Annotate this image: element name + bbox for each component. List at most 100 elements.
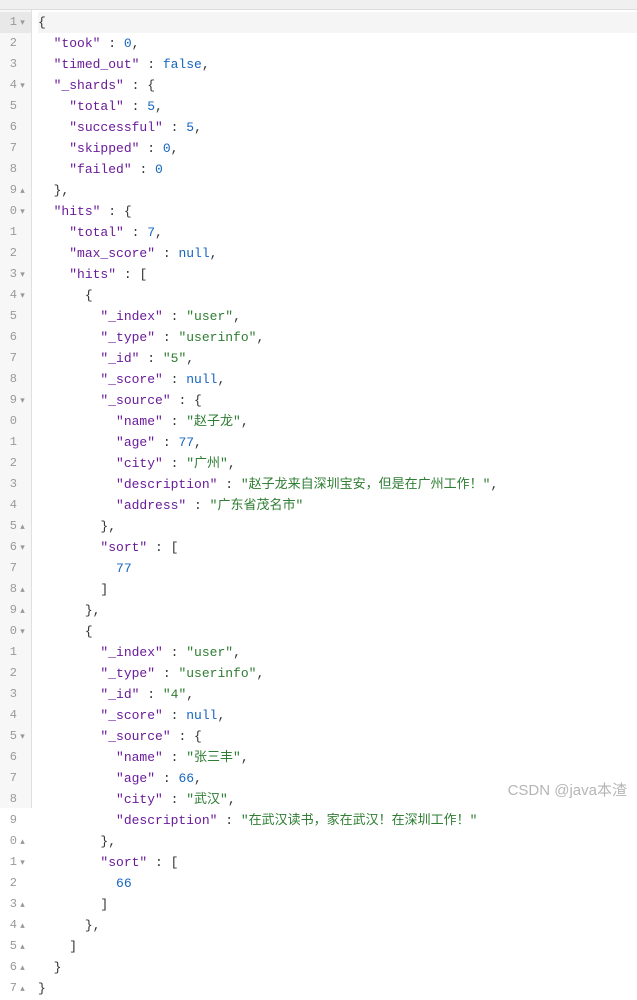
token-punct: , [233,309,241,324]
token-colon: : [155,330,178,345]
token-key: "max_score" [69,246,155,261]
fold-icon[interactable]: ▾ [18,76,27,97]
gutter-line: 8 [0,369,31,390]
gutter-line: 2 [0,663,31,684]
token-punct: , [228,456,236,471]
token-str: "在武汉读书，家在武汉！在深圳工作！" [241,813,478,828]
gutter-line: 1▾ [0,852,31,873]
line-number: 1 [10,435,17,449]
token-num: 5 [147,99,155,114]
fold-icon[interactable]: ▴ [18,601,27,622]
fold-icon[interactable]: ▴ [18,517,27,538]
fold-icon[interactable]: ▴ [18,832,27,853]
fold-icon[interactable]: ▴ [18,895,27,916]
fold-icon[interactable]: ▾ [18,286,27,307]
token-punct: { [85,288,93,303]
fold-icon[interactable]: ▴ [18,580,27,601]
token-key: "_index" [100,645,162,660]
token-key: "successful" [69,120,163,135]
line-number: 0 [10,624,17,638]
fold-icon[interactable]: ▾ [18,727,27,748]
code-line: "hits" : { [38,201,637,222]
token-colon: : [124,78,147,93]
line-number: 0 [10,204,17,218]
token-key: "total" [69,225,124,240]
fold-icon[interactable]: ▾ [18,265,27,286]
token-key: "city" [116,456,163,471]
fold-icon[interactable]: ▴ [18,916,27,937]
code-line: "_score" : null, [38,369,637,390]
line-number: 8 [10,582,17,596]
gutter-line: 9▾ [0,390,31,411]
token-key: "_type" [100,666,155,681]
token-key: "skipped" [69,141,139,156]
fold-icon[interactable]: ▴ [18,979,27,1000]
gutter-line: 5 [0,306,31,327]
token-str: "userinfo" [178,666,256,681]
token-punct: , [241,750,249,765]
code-line: "_id" : "4", [38,684,637,705]
token-punct: , [228,792,236,807]
gutter-line: 0▴ [0,831,31,852]
fold-icon[interactable]: ▴ [18,937,27,958]
fold-icon[interactable]: ▾ [18,13,27,34]
token-num: 66 [116,876,132,891]
token-punct: , [233,645,241,660]
token-punct: , [171,141,179,156]
token-colon: : [163,372,186,387]
token-num: 77 [116,561,132,576]
line-number: 8 [10,372,17,386]
line-number: 3 [10,477,17,491]
code-line: "took" : 0, [38,33,637,54]
token-colon: : [155,666,178,681]
fold-icon[interactable]: ▾ [18,622,27,643]
toolbar [0,0,637,10]
gutter-line: 3 [0,684,31,705]
token-num: 0 [124,36,132,51]
gutter-line: 9▴ [0,600,31,621]
line-number: 6 [10,330,17,344]
line-number: 2 [10,666,17,680]
code-line: "total" : 7, [38,222,637,243]
token-num: 66 [178,771,194,786]
gutter-line: 4▾ [0,75,31,96]
fold-icon[interactable]: ▴ [18,958,27,979]
token-key: "city" [116,792,163,807]
token-punct: ] [69,939,77,954]
fold-icon[interactable]: ▾ [18,391,27,412]
token-key: "sort" [100,540,147,555]
token-key: "_score" [100,708,162,723]
fold-icon[interactable]: ▾ [18,853,27,874]
line-number: 6 [10,120,17,134]
fold-icon[interactable]: ▾ [18,202,27,223]
line-number: 7 [10,771,17,785]
fold-icon[interactable]: ▴ [18,181,27,202]
code-area[interactable]: { "took" : 0, "timed_out" : false, "_sha… [32,10,637,808]
token-colon: : [100,204,123,219]
token-punct: , [155,99,163,114]
token-colon: : [171,393,194,408]
code-line: "age" : 66, [38,768,637,789]
token-key: "_source" [100,729,170,744]
token-colon: : [124,99,147,114]
line-number: 3 [10,897,17,911]
fold-icon[interactable]: ▾ [18,538,27,559]
line-number: 5 [10,309,17,323]
code-line: "_index" : "user", [38,642,637,663]
code-line: "sort" : [ [38,537,637,558]
token-colon: : [132,162,155,177]
gutter-line: 6 [0,327,31,348]
token-punct: { [85,624,93,639]
token-colon: : [116,267,139,282]
gutter-line: 6▴ [0,957,31,978]
token-colon: : [163,645,186,660]
line-number: 1 [10,855,17,869]
token-punct: }, [85,918,101,933]
token-punct: , [241,414,249,429]
code-line: "failed" : 0 [38,159,637,180]
token-punct: { [38,15,46,30]
token-key: "_source" [100,393,170,408]
token-colon: : [147,540,170,555]
token-punct: { [147,78,155,93]
token-null: null [186,372,217,387]
